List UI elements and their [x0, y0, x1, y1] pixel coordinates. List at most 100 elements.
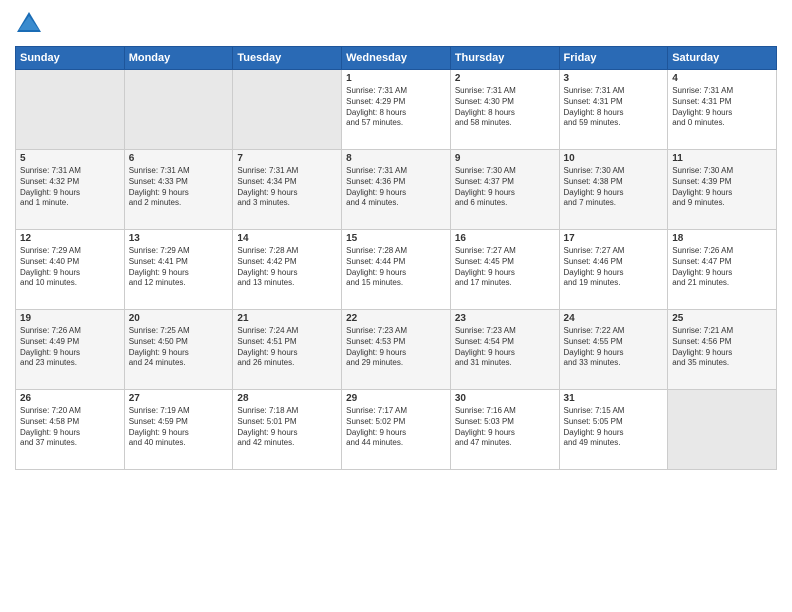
calendar-cell: 30 Sunrise: 7:16 AM Sunset: 5:03 PM Dayli… — [450, 390, 559, 470]
day-info: Sunrise: 7:30 AM Sunset: 4:39 PM Dayligh… — [672, 166, 772, 209]
calendar-cell: 24 Sunrise: 7:22 AM Sunset: 4:55 PM Dayli… — [559, 310, 668, 390]
day-info: Sunrise: 7:22 AM Sunset: 4:55 PM Dayligh… — [564, 326, 664, 369]
day-info: Sunrise: 7:26 AM Sunset: 4:47 PM Dayligh… — [672, 246, 772, 289]
weekday-header-cell: Monday — [124, 47, 233, 70]
day-info: Sunrise: 7:17 AM Sunset: 5:02 PM Dayligh… — [346, 406, 446, 449]
calendar-cell: 23 Sunrise: 7:23 AM Sunset: 4:54 PM Dayli… — [450, 310, 559, 390]
day-number: 11 — [672, 153, 772, 164]
calendar-cell: 4 Sunrise: 7:31 AM Sunset: 4:31 PM Daylig… — [668, 70, 777, 150]
calendar-week-row: 1 Sunrise: 7:31 AM Sunset: 4:29 PM Daylig… — [16, 70, 777, 150]
day-number: 2 — [455, 73, 555, 84]
calendar-cell: 31 Sunrise: 7:15 AM Sunset: 5:05 PM Dayli… — [559, 390, 668, 470]
day-info: Sunrise: 7:31 AM Sunset: 4:30 PM Dayligh… — [455, 86, 555, 129]
calendar-cell — [233, 70, 342, 150]
calendar-cell: 25 Sunrise: 7:21 AM Sunset: 4:56 PM Dayli… — [668, 310, 777, 390]
day-info: Sunrise: 7:18 AM Sunset: 5:01 PM Dayligh… — [237, 406, 337, 449]
day-info: Sunrise: 7:31 AM Sunset: 4:34 PM Dayligh… — [237, 166, 337, 209]
logo-icon — [15, 10, 43, 38]
calendar-cell: 1 Sunrise: 7:31 AM Sunset: 4:29 PM Daylig… — [342, 70, 451, 150]
day-info: Sunrise: 7:30 AM Sunset: 4:37 PM Dayligh… — [455, 166, 555, 209]
calendar-cell: 19 Sunrise: 7:26 AM Sunset: 4:49 PM Dayli… — [16, 310, 125, 390]
day-number: 13 — [129, 233, 229, 244]
calendar-cell: 14Sunrise: 7:28 AM Sunset: 4:42 PM Dayli… — [233, 230, 342, 310]
day-info: Sunrise: 7:26 AM Sunset: 4:49 PM Dayligh… — [20, 326, 120, 369]
calendar-cell: 2 Sunrise: 7:31 AM Sunset: 4:30 PM Daylig… — [450, 70, 559, 150]
calendar-cell: 5 Sunrise: 7:31 AM Sunset: 4:32 PM Daylig… — [16, 150, 125, 230]
day-info: Sunrise: 7:21 AM Sunset: 4:56 PM Dayligh… — [672, 326, 772, 369]
day-info: Sunrise: 7:31 AM Sunset: 4:32 PM Dayligh… — [20, 166, 120, 209]
weekday-header-cell: Saturday — [668, 47, 777, 70]
day-number: 23 — [455, 313, 555, 324]
calendar-cell: 9 Sunrise: 7:30 AM Sunset: 4:37 PM Daylig… — [450, 150, 559, 230]
weekday-header-cell: Friday — [559, 47, 668, 70]
day-number: 5 — [20, 153, 120, 164]
calendar-cell — [668, 390, 777, 470]
day-number: 27 — [129, 393, 229, 404]
day-number: 1 — [346, 73, 446, 84]
calendar-week-row: 5 Sunrise: 7:31 AM Sunset: 4:32 PM Daylig… — [16, 150, 777, 230]
calendar-cell: 29 Sunrise: 7:17 AM Sunset: 5:02 PM Dayli… — [342, 390, 451, 470]
day-info: Sunrise: 7:15 AM Sunset: 5:05 PM Dayligh… — [564, 406, 664, 449]
day-info: Sunrise: 7:24 AM Sunset: 4:51 PM Dayligh… — [237, 326, 337, 369]
calendar-cell: 22Sunrise: 7:23 AM Sunset: 4:53 PM Dayli… — [342, 310, 451, 390]
calendar-cell: 11 Sunrise: 7:30 AM Sunset: 4:39 PM Dayli… — [668, 150, 777, 230]
day-info: Sunrise: 7:31 AM Sunset: 4:29 PM Dayligh… — [346, 86, 446, 129]
day-number: 8 — [346, 153, 446, 164]
day-number: 6 — [129, 153, 229, 164]
calendar-cell — [124, 70, 233, 150]
day-number: 24 — [564, 313, 664, 324]
day-info: Sunrise: 7:23 AM Sunset: 4:53 PM Dayligh… — [346, 326, 446, 369]
calendar-cell: 26Sunrise: 7:20 AM Sunset: 4:58 PM Dayli… — [16, 390, 125, 470]
day-info: Sunrise: 7:28 AM Sunset: 4:44 PM Dayligh… — [346, 246, 446, 289]
day-info: Sunrise: 7:30 AM Sunset: 4:38 PM Dayligh… — [564, 166, 664, 209]
day-number: 19 — [20, 313, 120, 324]
day-number: 31 — [564, 393, 664, 404]
day-number: 25 — [672, 313, 772, 324]
calendar-cell: 7 Sunrise: 7:31 AM Sunset: 4:34 PM Daylig… — [233, 150, 342, 230]
day-number: 30 — [455, 393, 555, 404]
weekday-header-cell: Wednesday — [342, 47, 451, 70]
calendar-cell: 18 Sunrise: 7:26 AM Sunset: 4:47 PM Dayli… — [668, 230, 777, 310]
calendar-cell — [16, 70, 125, 150]
day-info: Sunrise: 7:31 AM Sunset: 4:31 PM Dayligh… — [672, 86, 772, 129]
calendar-cell: 10 Sunrise: 7:30 AM Sunset: 4:38 PM Dayli… — [559, 150, 668, 230]
calendar-cell: 16 Sunrise: 7:27 AM Sunset: 4:45 PM Dayli… — [450, 230, 559, 310]
weekday-header-row: SundayMondayTuesdayWednesdayThursdayFrid… — [16, 47, 777, 70]
day-number: 21 — [237, 313, 337, 324]
day-number: 12 — [20, 233, 120, 244]
day-info: Sunrise: 7:28 AM Sunset: 4:42 PM Dayligh… — [237, 246, 337, 289]
day-info: Sunrise: 7:20 AM Sunset: 4:58 PM Dayligh… — [20, 406, 120, 449]
calendar-cell: 3 Sunrise: 7:31 AM Sunset: 4:31 PM Daylig… — [559, 70, 668, 150]
day-info: Sunrise: 7:27 AM Sunset: 4:45 PM Dayligh… — [455, 246, 555, 289]
day-number: 4 — [672, 73, 772, 84]
weekday-header-cell: Sunday — [16, 47, 125, 70]
day-number: 17 — [564, 233, 664, 244]
day-info: Sunrise: 7:31 AM Sunset: 4:33 PM Dayligh… — [129, 166, 229, 209]
calendar-cell: 8Sunrise: 7:31 AM Sunset: 4:36 PM Daylig… — [342, 150, 451, 230]
calendar-cell: 20Sunrise: 7:25 AM Sunset: 4:50 PM Dayli… — [124, 310, 233, 390]
day-info: Sunrise: 7:16 AM Sunset: 5:03 PM Dayligh… — [455, 406, 555, 449]
day-number: 16 — [455, 233, 555, 244]
day-number: 3 — [564, 73, 664, 84]
day-number: 18 — [672, 233, 772, 244]
calendar-cell: 21 Sunrise: 7:24 AM Sunset: 4:51 PM Dayli… — [233, 310, 342, 390]
calendar-cell: 17 Sunrise: 7:27 AM Sunset: 4:46 PM Dayli… — [559, 230, 668, 310]
calendar-week-row: 26Sunrise: 7:20 AM Sunset: 4:58 PM Dayli… — [16, 390, 777, 470]
day-info: Sunrise: 7:29 AM Sunset: 4:40 PM Dayligh… — [20, 246, 120, 289]
day-number: 28 — [237, 393, 337, 404]
calendar-week-row: 12 Sunrise: 7:29 AM Sunset: 4:40 PM Dayli… — [16, 230, 777, 310]
calendar-page: SundayMondayTuesdayWednesdayThursdayFrid… — [0, 0, 792, 612]
day-number: 9 — [455, 153, 555, 164]
weekday-header-cell: Tuesday — [233, 47, 342, 70]
day-number: 10 — [564, 153, 664, 164]
calendar-cell: 15 Sunrise: 7:28 AM Sunset: 4:44 PM Dayli… — [342, 230, 451, 310]
day-number: 20 — [129, 313, 229, 324]
day-number: 29 — [346, 393, 446, 404]
day-info: Sunrise: 7:27 AM Sunset: 4:46 PM Dayligh… — [564, 246, 664, 289]
calendar-cell: 27Sunrise: 7:19 AM Sunset: 4:59 PM Dayli… — [124, 390, 233, 470]
day-info: Sunrise: 7:31 AM Sunset: 4:31 PM Dayligh… — [564, 86, 664, 129]
day-number: 7 — [237, 153, 337, 164]
day-info: Sunrise: 7:29 AM Sunset: 4:41 PM Dayligh… — [129, 246, 229, 289]
day-number: 15 — [346, 233, 446, 244]
day-info: Sunrise: 7:23 AM Sunset: 4:54 PM Dayligh… — [455, 326, 555, 369]
